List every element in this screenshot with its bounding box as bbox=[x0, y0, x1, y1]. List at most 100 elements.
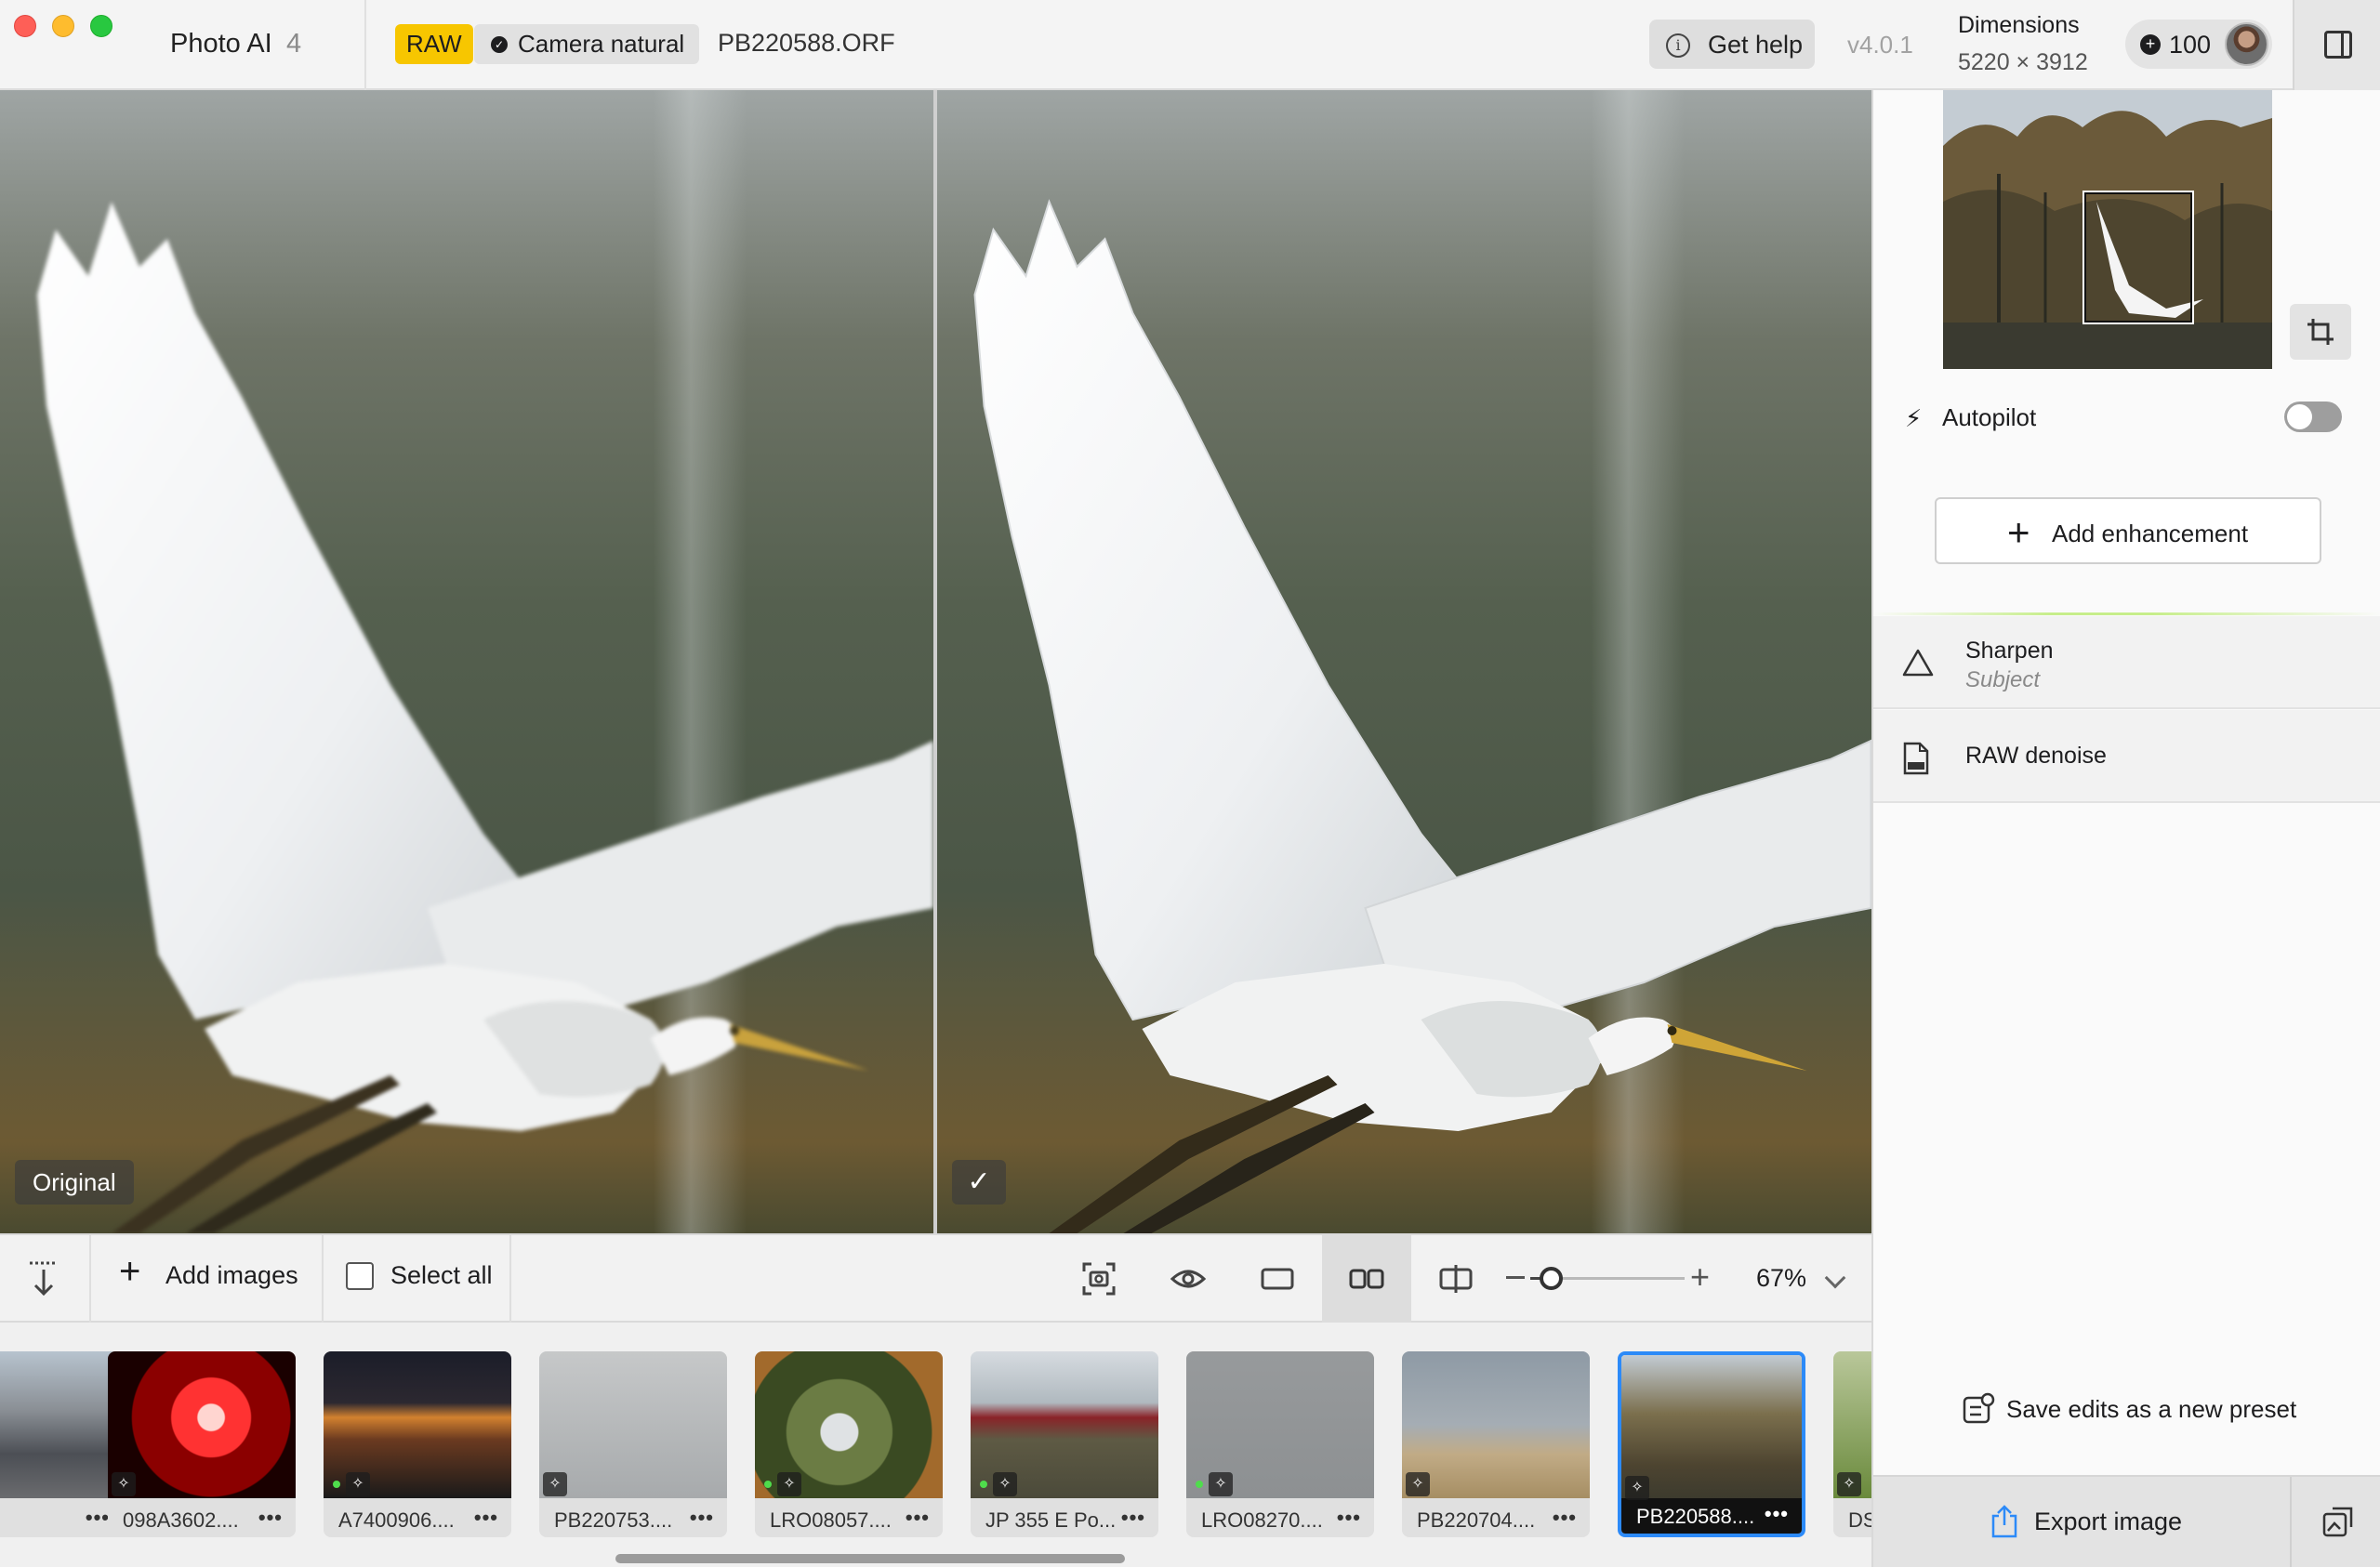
filmstrip-thumbnail[interactable]: ✧ LRO08057.... ••• bbox=[755, 1351, 943, 1537]
filmstrip-thumbnail[interactable]: ✧ A7400906.... ••• bbox=[324, 1351, 511, 1537]
enhancement-badge-icon: ✧ bbox=[993, 1472, 1017, 1496]
filmstrip-scrollbar[interactable] bbox=[615, 1554, 1125, 1563]
eye-icon bbox=[1170, 1270, 1207, 1288]
filmstrip-thumbnail[interactable]: ✧ LRO08270.... ••• bbox=[1186, 1351, 1374, 1537]
filmstrip-thumbnail[interactable]: ✧...••• bbox=[0, 1351, 123, 1537]
side-by-side-view-button[interactable] bbox=[1322, 1235, 1411, 1323]
more-options-icon[interactable]: ••• bbox=[690, 1506, 714, 1530]
processing-progress-line bbox=[1873, 612, 2380, 615]
autopilot-label: Autopilot bbox=[1942, 403, 2037, 431]
enhancement-title: RAW denoise bbox=[1965, 743, 2107, 769]
egret-enhanced-image bbox=[973, 199, 1871, 1233]
enhancement-row-raw-denoise[interactable]: RAW denoise bbox=[1873, 710, 2380, 803]
app-title: Photo AI bbox=[170, 29, 272, 59]
enhanced-image-pane[interactable] bbox=[937, 90, 1871, 1233]
thumbnail-image bbox=[0, 1351, 123, 1498]
thumbnail-filename: PB220753.... bbox=[554, 1508, 673, 1532]
get-help-label: Get help bbox=[1708, 31, 1804, 59]
avatar[interactable] bbox=[2225, 22, 2268, 66]
filmstrip-thumbnail[interactable]: ✧ PB220704.... ••• bbox=[1402, 1351, 1590, 1537]
checkmark-icon: ✓ bbox=[491, 36, 508, 53]
crop-icon bbox=[2307, 319, 2334, 345]
credits-account-button[interactable]: + 100 bbox=[2125, 20, 2272, 69]
save-preset-icon bbox=[1963, 1392, 1995, 1424]
divider bbox=[364, 0, 366, 90]
more-options-icon[interactable]: ••• bbox=[1765, 1502, 1789, 1526]
more-options-icon[interactable]: ••• bbox=[1337, 1506, 1361, 1530]
enhancement-badge-icon: ✧ bbox=[1209, 1472, 1233, 1496]
zoom-out-button[interactable] bbox=[1506, 1276, 1525, 1279]
add-enhancement-button[interactable]: + Add enhancement bbox=[1935, 497, 2321, 564]
more-options-icon[interactable]: ••• bbox=[474, 1506, 498, 1530]
original-label: Original bbox=[15, 1160, 134, 1205]
more-options-icon[interactable]: ••• bbox=[86, 1506, 110, 1530]
processed-status-dot bbox=[333, 1481, 340, 1488]
chevron-down-icon[interactable] bbox=[1824, 1267, 1846, 1289]
close-window-button[interactable] bbox=[14, 15, 36, 37]
dimensions-label: Dimensions bbox=[1958, 12, 2080, 38]
preview-toggle-button[interactable] bbox=[1144, 1235, 1233, 1323]
export-options-button[interactable] bbox=[2290, 1477, 2380, 1567]
zoom-level[interactable]: 67% bbox=[1756, 1264, 1806, 1293]
export-image-label: Export image bbox=[2034, 1508, 2183, 1535]
preview-screenshot-button[interactable] bbox=[1054, 1235, 1144, 1323]
enhancement-title: Sharpen bbox=[1965, 638, 2054, 664]
split-view-icon bbox=[1439, 1265, 1473, 1293]
filmstrip-thumbnail[interactable]: ✧ JP 355 E Po... ••• bbox=[971, 1351, 1158, 1537]
navigator-thumbnail[interactable] bbox=[1943, 90, 2272, 369]
processed-status-dot bbox=[764, 1481, 772, 1488]
info-icon: i bbox=[1666, 33, 1690, 58]
export-image-button[interactable]: Export image bbox=[1873, 1477, 2290, 1567]
get-help-button[interactable]: i Get help bbox=[1649, 20, 1815, 69]
enhancement-badge-icon: ✧ bbox=[1406, 1472, 1430, 1496]
filmstrip-thumbnail[interactable]: ✧ PB220753.... ••• bbox=[539, 1351, 727, 1537]
autopilot-toggle[interactable] bbox=[2284, 402, 2342, 432]
zoom-in-button[interactable]: + bbox=[1690, 1258, 1710, 1297]
enhancement-badge-icon: ✧ bbox=[112, 1472, 136, 1496]
original-image-pane[interactable] bbox=[0, 90, 933, 1233]
more-options-icon[interactable]: ••• bbox=[1553, 1506, 1577, 1530]
divider bbox=[509, 1235, 511, 1323]
enhancement-badge-icon: ✧ bbox=[777, 1472, 801, 1496]
camera-profile-badge[interactable]: ✓ Camera natural bbox=[474, 24, 699, 64]
plus-icon: + bbox=[119, 1251, 141, 1292]
add-enhancement-label: Add enhancement bbox=[2052, 520, 2249, 547]
more-options-icon[interactable]: ••• bbox=[258, 1506, 283, 1530]
single-view-button[interactable] bbox=[1233, 1235, 1322, 1323]
divider bbox=[322, 1235, 324, 1323]
more-options-icon[interactable]: ••• bbox=[1121, 1506, 1145, 1530]
checkbox[interactable] bbox=[346, 1262, 374, 1290]
triangle-icon bbox=[1902, 649, 1934, 677]
add-images-label: Add images bbox=[165, 1261, 298, 1289]
filmstrip[interactable]: ✧...•••✧098A3602....•••✧A7400906....••• ✧… bbox=[0, 1323, 1871, 1567]
thumbnail-filename: LRO08057.... bbox=[770, 1508, 892, 1532]
minimize-window-button[interactable] bbox=[52, 15, 74, 37]
import-icon[interactable] bbox=[28, 1260, 60, 1297]
raw-file-icon bbox=[1903, 742, 1929, 775]
filmstrip-thumbnail[interactable]: ✧ 098A3602.... ••• bbox=[108, 1351, 296, 1537]
filmstrip-thumbnail[interactable]: ✧ DS bbox=[1833, 1351, 1871, 1537]
enhancement-badge-icon: ✧ bbox=[1625, 1476, 1649, 1500]
enhanced-checkmark-icon: ✓ bbox=[952, 1160, 1006, 1205]
file-name: PB220588.ORF bbox=[718, 29, 895, 57]
camera-profile-label: Camera natural bbox=[518, 30, 685, 58]
egret-original-image bbox=[37, 202, 933, 1233]
navigator-viewport[interactable] bbox=[2082, 191, 2194, 324]
zoom-slider-handle[interactable] bbox=[1540, 1267, 1563, 1290]
export-bar: Export image bbox=[1873, 1475, 2380, 1567]
app-major-version: 4 bbox=[286, 29, 302, 59]
crop-button[interactable] bbox=[2290, 304, 2351, 360]
more-options-icon[interactable]: ••• bbox=[906, 1506, 930, 1530]
raw-badge: RAW bbox=[395, 24, 473, 64]
save-preset-label: Save edits as a new preset bbox=[2006, 1395, 2297, 1423]
zoom-window-button[interactable] bbox=[90, 15, 112, 37]
toggle-sidebar-button[interactable] bbox=[2293, 0, 2380, 90]
processed-status-dot bbox=[1196, 1481, 1203, 1488]
export-options-icon bbox=[2322, 1507, 2353, 1537]
image-viewer[interactable]: Original ✓ bbox=[0, 90, 1871, 1233]
enhancement-row-sharpen[interactable]: Sharpen Subject bbox=[1873, 616, 2380, 709]
lightning-icon: ⚡ bbox=[1905, 404, 1923, 432]
filmstrip-thumbnail[interactable]: ✧ PB220588.... ••• bbox=[1618, 1351, 1805, 1537]
split-view-button[interactable] bbox=[1411, 1235, 1501, 1323]
processed-status-dot bbox=[980, 1481, 987, 1488]
